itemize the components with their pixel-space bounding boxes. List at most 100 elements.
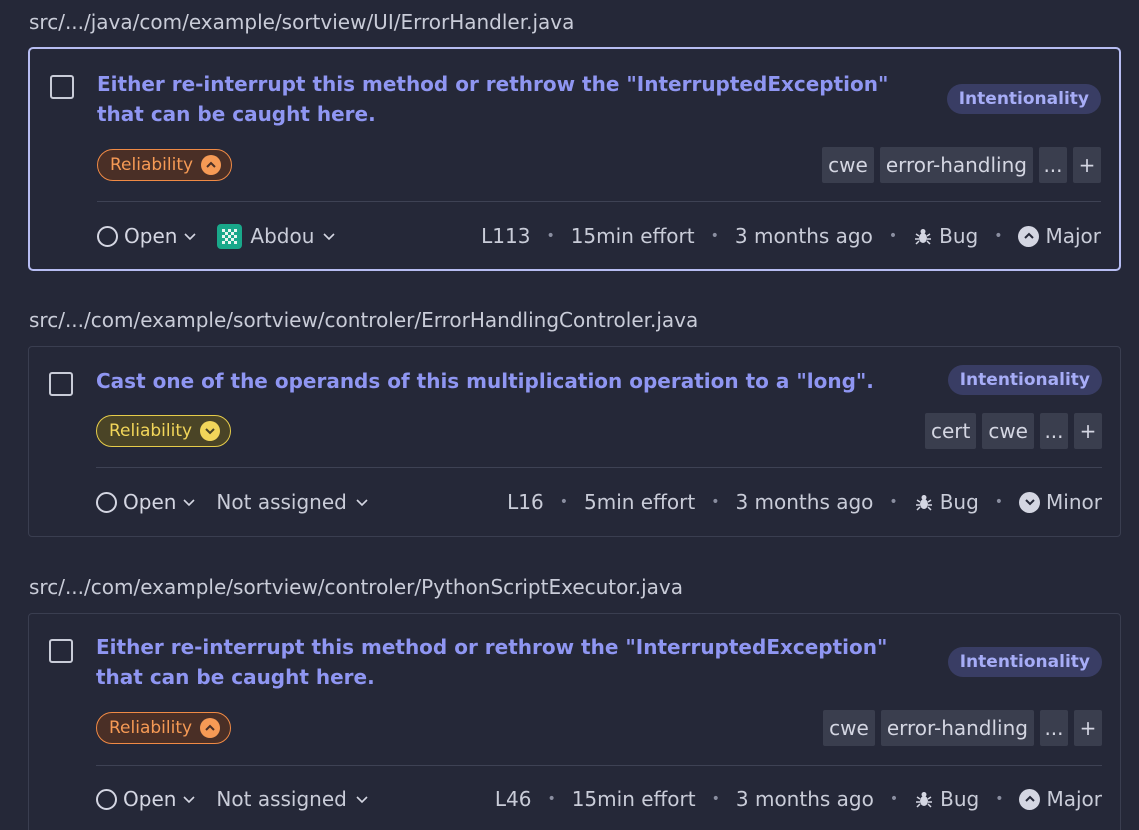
add-tag-button[interactable]: + [1074,413,1102,449]
divider [97,201,1101,202]
issue-title[interactable]: Either re-interrupt this method or rethr… [97,69,937,129]
tag-item[interactable]: cert [924,413,977,449]
chevron-down-icon [183,499,195,507]
issue-age: 3 months ago [734,224,873,248]
assignee-dropdown[interactable]: Not assigned [216,490,368,514]
select-checkbox[interactable] [50,75,74,99]
issue-age: 3 months ago [735,490,874,514]
assignee-dropdown[interactable]: Not assigned [216,787,368,811]
select-checkbox[interactable] [49,372,73,396]
add-tag-button[interactable]: + [1073,147,1101,183]
status-label: Open [123,490,177,514]
tag-item[interactable]: cwe [822,147,874,183]
separator: • [711,494,720,510]
bug-icon [916,792,933,808]
add-tag-button[interactable]: + [1074,710,1102,746]
assignee-label: Not assigned [216,490,347,514]
type-label: Bug [939,490,979,514]
issue-card[interactable]: Either re-interrupt this method or rethr… [28,613,1121,830]
type-label: Bug [940,787,980,811]
status-dropdown[interactable]: Open [96,490,196,514]
separator: • [995,791,1004,807]
separator: • [710,228,719,244]
tag-item[interactable]: error-handling [880,710,1034,746]
line-number[interactable]: L16 [507,490,544,514]
status-label: Open [124,224,178,248]
chevron-down-icon [356,499,368,507]
circle-icon [97,225,118,247]
status-label: Open [123,787,177,811]
effort: 15min effort [571,787,696,811]
status-dropdown[interactable]: Open [97,224,197,248]
severity-label: Major [1046,787,1102,811]
effort: 15min effort [570,224,695,248]
issue-card[interactable]: Cast one of the operands of this multipl… [28,346,1121,537]
reliability-badge[interactable]: Reliability [96,712,232,744]
issue-age: 3 months ago [735,787,874,811]
divider [96,765,1102,766]
tag-list[interactable]: cert cwe ... + [924,413,1102,449]
effort: 5min effort [584,490,696,514]
severity-label: Minor [1046,490,1102,514]
chevron-up-circle-icon [1019,788,1041,810]
more-tags-button[interactable]: ... [1039,147,1067,183]
tag-item[interactable]: cwe [982,413,1034,449]
assignee-label: Abdou [250,224,315,248]
chevron-up-circle-icon [1018,225,1040,247]
reliability-badge[interactable]: Reliability [96,415,232,447]
circle-icon [96,491,117,513]
separator: • [994,494,1004,510]
line-number[interactable]: L46 [495,787,532,811]
select-checkbox[interactable] [49,639,73,663]
intentionality-badge: Intentionality [947,365,1102,395]
severity: Major [1019,787,1102,811]
separator: • [889,494,898,510]
chevron-down-icon [184,233,196,241]
issue-title[interactable]: Cast one of the operands of this multipl… [96,366,936,396]
quality-label: Reliability [110,155,194,175]
separator: • [711,791,720,807]
file-path[interactable]: src/.../com/example/sortview/controler/P… [29,575,683,599]
issue-title[interactable]: Either re-interrupt this method or rethr… [96,632,936,692]
issue-meta: Open Abdou L113 • 15min effort • 3 month… [97,220,1101,252]
issue-type: Bug [913,224,978,248]
issue-card[interactable]: Either re-interrupt this method or rethr… [28,47,1121,271]
assignee-dropdown[interactable]: Abdou [217,223,336,249]
file-path[interactable]: src/.../com/example/sortview/controler/E… [29,308,698,332]
more-tags-button[interactable]: ... [1040,413,1068,449]
intentionality-badge: Intentionality [947,647,1102,677]
quality-label: Reliability [109,718,193,738]
tag-list[interactable]: cwe error-handling ... + [822,147,1101,183]
tag-list[interactable]: cwe error-handling ... + [823,710,1102,746]
severity: Minor [1019,490,1102,514]
divider [96,467,1102,468]
high-impact-icon [200,718,221,738]
high-impact-icon [201,155,222,175]
circle-icon [96,788,117,810]
separator: • [889,791,899,807]
chevron-down-icon [323,233,335,241]
tag-item[interactable]: error-handling [879,147,1033,183]
separator: • [994,228,1003,244]
separator: • [546,228,555,244]
type-label: Bug [939,224,979,248]
severity: Major [1018,224,1101,248]
file-path[interactable]: src/.../java/com/example/sortview/UI/Err… [29,10,574,34]
bug-icon [915,495,932,511]
quality-label: Reliability [109,421,193,441]
issue-meta: Open Not assigned L46 • 15min effort • 3… [96,783,1102,815]
separator: • [547,791,556,807]
chevron-down-icon [183,796,195,804]
issue-type: Bug [914,490,979,514]
intentionality-badge: Intentionality [946,84,1101,114]
chevron-down-icon [356,796,368,804]
reliability-badge[interactable]: Reliability [97,149,233,181]
more-tags-button[interactable]: ... [1040,710,1068,746]
line-number[interactable]: L113 [481,224,530,248]
assignee-label: Not assigned [216,787,347,811]
avatar [217,223,243,249]
chevron-down-circle-icon [1019,491,1041,513]
status-dropdown[interactable]: Open [96,787,196,811]
issue-type: Bug [914,787,979,811]
tag-item[interactable]: cwe [823,710,875,746]
